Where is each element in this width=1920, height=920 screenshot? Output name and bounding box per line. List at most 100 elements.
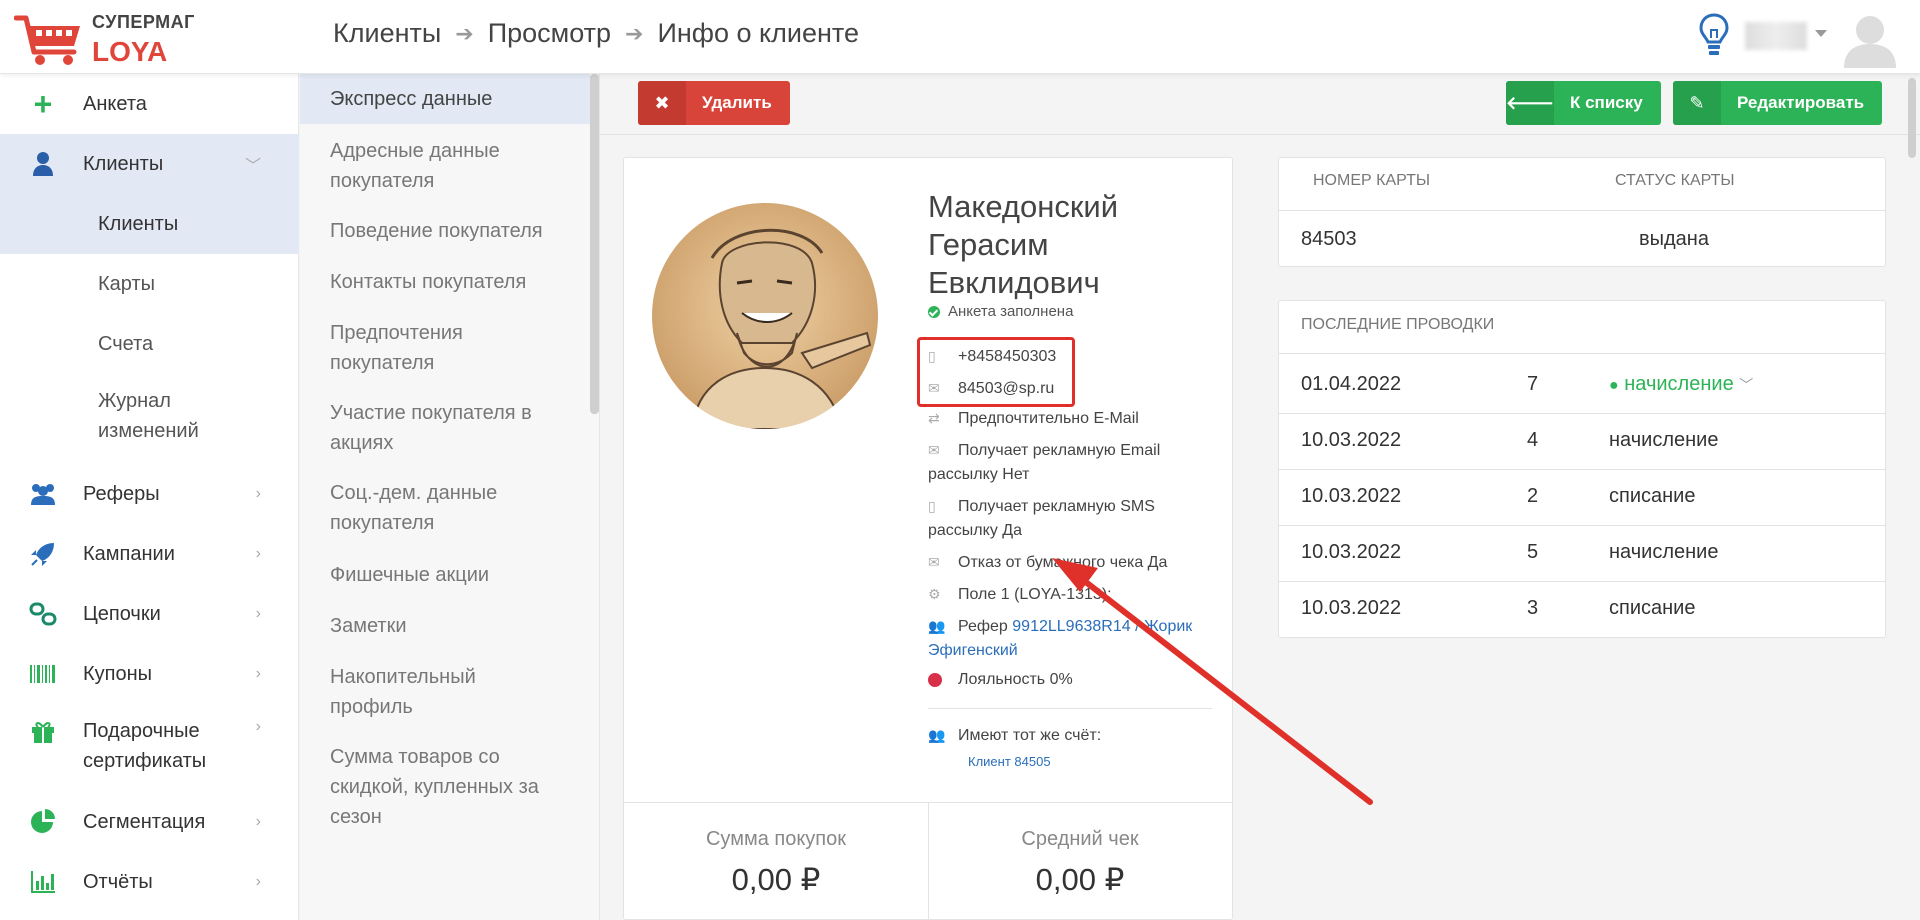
stat-purchases-label: Сумма покупок	[705, 828, 847, 850]
transaction-type: списание	[1609, 485, 1696, 507]
sidebar-item-chains[interactable]: Цепочки ›	[0, 584, 299, 644]
transaction-type: начисление	[1609, 429, 1719, 451]
card-number-header: НОМЕР КАРТЫ	[1313, 172, 1430, 189]
delete-button[interactable]: ✖ Удалить	[638, 81, 790, 125]
delete-button-label: Удалить	[702, 93, 772, 112]
client-name: Македонский Герасим Евклидович	[928, 189, 1119, 300]
sidebar-item-anketa[interactable]: + Анкета	[0, 74, 299, 134]
sidebar-item-campaigns[interactable]: Кампании ›	[0, 524, 299, 584]
transaction-date: 10.03.2022	[1301, 597, 1402, 619]
highlight-box	[917, 337, 1075, 407]
sidebar-item-reports[interactable]: Отчёты ›	[0, 852, 299, 912]
toolbar: ✖ Удалить 🡐 К списку ✎ Редактировать	[600, 74, 1920, 135]
same-account-row: 👥 Имеют тот же счёт:	[928, 723, 1218, 748]
sidebar-item-segmentation[interactable]: Сегментация ›	[0, 792, 299, 852]
transaction-date: 01.04.2022	[1301, 373, 1402, 395]
stat-avg-check-value: 0,00 ₽	[1035, 862, 1125, 897]
divider	[928, 708, 1212, 709]
lightbulb-icon[interactable]	[1698, 12, 1730, 58]
to-list-button-label: К списку	[1570, 93, 1643, 112]
same-account-link-row: Клиент 84505	[968, 750, 1258, 774]
sidebar-item-label: Отчёты	[83, 870, 153, 893]
loyalty-dot-icon	[928, 672, 942, 687]
gift-icon	[32, 722, 54, 743]
sidebar-item-gift-certificates[interactable]: Подарочные сертификаты ›	[0, 704, 299, 788]
arrow-left-icon: 🡐	[1506, 81, 1554, 125]
chevron-right-icon: ›	[255, 485, 261, 502]
transaction-type: начисление	[1609, 541, 1719, 563]
chevron-right-icon: ›	[255, 665, 261, 682]
sidebar-item-label: Журнал изменений	[98, 390, 199, 442]
paper-receipt-value: Отказ от бумажного чека Да	[958, 554, 1168, 571]
sidebar: + Анкета Клиенты ﹀ Клиенты Карты Счета Ж…	[0, 74, 299, 920]
section-item-express[interactable]: Экспресс данные	[300, 74, 590, 124]
sidebar-item-referrers[interactable]: Реферы ›	[0, 464, 299, 524]
check-circle-icon	[928, 305, 940, 318]
divider	[1279, 469, 1885, 470]
logo[interactable]: СУПЕРМАГ LOYA	[14, 8, 294, 68]
sidebar-item-label: Клиенты	[83, 152, 164, 175]
logo-bottom-text: LOYA	[92, 36, 168, 67]
transaction-type: списание	[1609, 597, 1696, 619]
section-menu: Экспресс данные Адресные данные покупате…	[300, 74, 600, 920]
section-item-behavior[interactable]: Поведение покупателя	[300, 216, 590, 246]
profile-card: Македонский Герасим Евклидович Анкета за…	[623, 157, 1233, 920]
section-item-preferences[interactable]: Предпочтения покупателя	[300, 318, 500, 378]
sidebar-item-coupons[interactable]: Купоны ›	[0, 644, 299, 704]
divider	[1279, 525, 1885, 526]
rocket-icon	[31, 543, 54, 566]
section-menu-scrollbar[interactable]	[590, 74, 599, 414]
loyalty-value: Лояльность 0%	[958, 671, 1073, 688]
close-icon: ✖	[638, 81, 686, 125]
sidebar-item-label: Кампании	[83, 542, 175, 565]
email-ads-value: Получает рекламную Email рассылку Нет	[928, 442, 1161, 483]
plus-icon: +	[33, 85, 53, 122]
section-item-chip-promos[interactable]: Фишечные акции	[300, 560, 590, 590]
preferred-value: Предпочтительно E-Mail	[958, 410, 1139, 427]
stat-avg-check-label: Средний чек	[1021, 828, 1139, 850]
transactions-title: ПОСЛЕДНИЕ ПРОВОДКИ	[1301, 316, 1495, 333]
section-item-sociodem[interactable]: Соц.-дем. данные покупателя	[300, 478, 520, 538]
referrer-label: Рефер	[958, 618, 1008, 635]
card-number-value: 84503	[1301, 228, 1357, 250]
section-item-notes[interactable]: Заметки	[300, 611, 590, 641]
user-icon	[33, 152, 53, 176]
chevron-down-icon: ﹀	[1739, 377, 1754, 393]
section-item-promotions[interactable]: Участие покупателя в акциях	[300, 398, 560, 458]
field1-value: Поле 1 (LOYA-1313):	[958, 586, 1112, 603]
sidebar-subitem-clients[interactable]: Клиенты	[0, 194, 299, 254]
sidebar-subitem-accounts[interactable]: Счета	[0, 314, 299, 374]
sidebar-subitem-changelog[interactable]: Журнал изменений	[0, 374, 250, 458]
section-item-accumulation[interactable]: Накопительный профиль	[300, 662, 500, 722]
card-panel: НОМЕР КАРТЫ СТАТУС КАРТЫ 84503 выдана	[1278, 157, 1886, 267]
chevron-down-icon[interactable]	[1815, 30, 1827, 37]
edit-button[interactable]: ✎ Редактировать	[1673, 81, 1883, 125]
transaction-amount: 4	[1527, 429, 1539, 451]
arrow-right-icon: ➔	[625, 20, 644, 46]
breadcrumb: Клиенты ➔ Просмотр ➔ Инфо о клиенте	[333, 18, 859, 49]
sidebar-subitem-cards[interactable]: Карты	[0, 254, 299, 314]
user-name-blurred[interactable]	[1745, 22, 1807, 50]
section-item-discount-sum[interactable]: Сумма товаров со скидкой, купленных за с…	[300, 742, 560, 832]
section-item-contacts[interactable]: Контакты покупателя	[300, 267, 590, 297]
sidebar-item-label: Счета	[98, 332, 154, 355]
avatar[interactable]	[1840, 8, 1900, 68]
users-icon: 👥	[928, 727, 946, 743]
content-scrollbar[interactable]	[1908, 78, 1916, 158]
client-photo	[652, 203, 878, 429]
email-ads-row: ✉ Получает рекламную Email рассылку Нет	[928, 438, 1218, 487]
section-item-address[interactable]: Адресные данные покупателя	[300, 136, 560, 196]
same-account-link[interactable]: Клиент 84505	[968, 754, 1051, 769]
sidebar-item-clients[interactable]: Клиенты ﹀	[0, 134, 299, 194]
mobile-icon: ▯	[928, 498, 936, 514]
transaction-type-dropdown[interactable]: ● начисление ﹀	[1609, 373, 1753, 396]
transaction-date: 10.03.2022	[1301, 485, 1402, 507]
status-text: Анкета заполнена	[948, 303, 1074, 320]
breadcrumb-item-clients[interactable]: Клиенты	[333, 18, 441, 49]
paper-receipt-row: ✉ Отказ от бумажного чека Да	[928, 550, 1218, 575]
to-list-button[interactable]: 🡐 К списку	[1506, 81, 1661, 125]
barcode-icon	[30, 665, 55, 683]
transaction-amount: 5	[1527, 541, 1539, 563]
breadcrumb-item-view[interactable]: Просмотр	[488, 18, 611, 49]
referrer-row: 👥 Рефер 9912LL9638R14 / Жорик Эфигенский	[928, 614, 1218, 663]
